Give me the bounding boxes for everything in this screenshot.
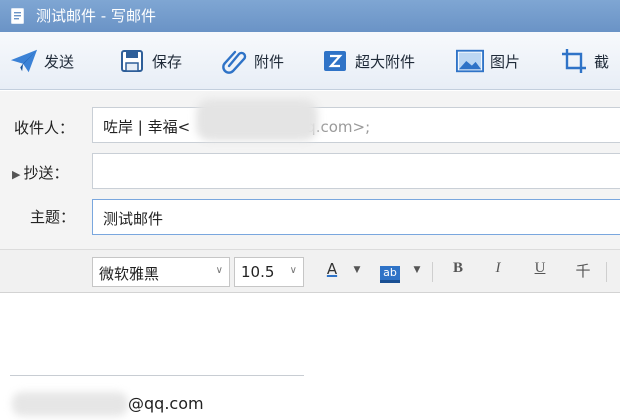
document-icon [11, 8, 24, 24]
mail-header: 收件人： 咗岸 | 幸福< q.com>; ▶ 抄送： 主题： 测试邮件 [0, 91, 620, 249]
attach-button[interactable]: 附件 [220, 44, 284, 78]
format-toolbar: 微软雅黑 ∨ 10.5 ∨ A ▼ ab ▼ B I U 千 [0, 249, 620, 293]
paperclip-icon [220, 47, 248, 75]
font-color-icon: A [326, 260, 338, 278]
chevron-down-icon: ∨ [289, 265, 297, 276]
chevron-down-icon: ∨ [215, 265, 223, 276]
mail-body-editor[interactable]: @qq.com [0, 294, 620, 420]
separator [432, 262, 433, 282]
redacted-address [196, 99, 318, 141]
large-attach-label: 超大附件 [355, 52, 416, 71]
send-button[interactable]: 发送 [10, 44, 74, 78]
font-color-button[interactable]: A [322, 260, 342, 284]
cc-field[interactable] [92, 153, 620, 189]
strikethrough-button[interactable]: 千 [572, 260, 594, 284]
large-attach-icon [321, 47, 349, 75]
redacted-signature [12, 392, 128, 416]
large-attach-button[interactable]: 超大附件 [321, 44, 415, 78]
underline-button[interactable]: U [530, 260, 550, 284]
background-color-icon: ab [380, 266, 400, 283]
save-disk-icon [118, 47, 146, 75]
signature-email: @qq.com [128, 394, 204, 413]
font-color-dropdown[interactable]: ▼ [350, 265, 364, 289]
background-color-dropdown[interactable]: ▼ [410, 265, 424, 289]
cc-label[interactable]: ▶ 抄送： [12, 162, 68, 183]
save-label: 保存 [152, 52, 183, 71]
italic-button[interactable]: I [488, 260, 508, 284]
font-size-select[interactable]: 10.5 ∨ [234, 257, 304, 287]
subject-label: 主题： [30, 208, 76, 226]
save-button[interactable]: 保存 [118, 44, 182, 78]
subject-field[interactable]: 测试邮件 [92, 199, 620, 235]
bold-button[interactable]: B [448, 260, 468, 284]
send-plane-icon [10, 47, 38, 75]
title-bar: 测试邮件 - 写邮件 [0, 0, 620, 32]
send-label: 发送 [44, 52, 75, 71]
screenshot-label: 截 [594, 52, 610, 71]
to-label: 收件人： [14, 119, 75, 137]
attach-label: 附件 [254, 52, 285, 71]
to-field[interactable]: 咗岸 | 幸福< q.com>; [92, 107, 620, 143]
screenshot-crop-icon [560, 47, 588, 75]
image-label: 图片 [490, 52, 521, 71]
toolbar: 发送 保存 附件 超大附件 图片 截 [0, 32, 620, 90]
background-color-button[interactable]: ab [376, 262, 404, 286]
to-recipient-name: 咗岸 | 幸福< [103, 118, 191, 136]
window-title: 测试邮件 - 写邮件 [36, 7, 156, 25]
screenshot-button[interactable]: 截 [560, 44, 609, 78]
expand-triangle-icon: ▶ [12, 168, 21, 181]
image-button[interactable]: 图片 [456, 44, 520, 78]
image-icon [456, 47, 484, 75]
separator [606, 262, 607, 282]
signature-divider [10, 375, 304, 376]
font-family-select[interactable]: 微软雅黑 ∨ [92, 257, 230, 287]
